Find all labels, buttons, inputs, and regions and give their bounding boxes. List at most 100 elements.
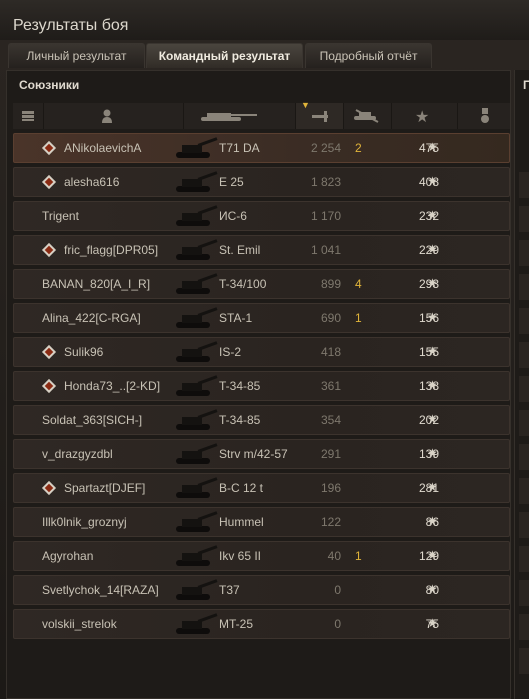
enemy-row-fragment (519, 614, 529, 640)
table-row[interactable]: Trigent ИС-6 1 170 232 ★ (13, 201, 510, 231)
tank-silhouette-icon (176, 341, 218, 362)
xp-star-icon: ★ (427, 344, 438, 358)
xp-star-icon: ★ (427, 174, 438, 188)
damage-value: 354 (320, 413, 341, 427)
damage-value: 418 (320, 345, 341, 359)
damage-value: 0 (334, 617, 341, 631)
table-row[interactable]: Sulik96 IS-2 418 155 ★ (13, 337, 510, 367)
damage-value: 899 (320, 277, 341, 291)
player-name: Trigent (42, 209, 79, 223)
tab-bar: Личный результат Командный результат Под… (0, 40, 529, 68)
enemy-row-fragment (519, 648, 529, 674)
rank-badge-icon (41, 242, 57, 258)
tab-detailed-report[interactable]: Подробный отчёт (305, 43, 432, 68)
damage-value: 1 041 (310, 243, 341, 257)
xp-column-header[interactable]: ★ (391, 103, 458, 129)
tank-silhouette-icon (176, 613, 218, 634)
table-row[interactable]: volskii_strelok MT-25 0 75 ★ (13, 609, 510, 639)
enemy-row-fragment (519, 478, 529, 504)
player-column-header[interactable] (43, 103, 184, 129)
table-row[interactable]: fric_flagg[DPR05] St. Emil 1 041 229 ★ (13, 235, 510, 265)
tank-silhouette-icon (176, 443, 218, 464)
table-row[interactable]: ANikolaevichA T71 DA 2 254 2 475 ★ (13, 133, 510, 163)
enemies-title: П (523, 78, 529, 92)
window-title-bar: Результаты боя (0, 0, 529, 40)
table-row[interactable]: Spartazt[DJEF] B-C 12 t 196 281 ★ (13, 473, 510, 503)
damage-value: 690 (320, 311, 341, 325)
platoon-column-header[interactable] (13, 103, 43, 129)
tank-name: B-C 12 t (219, 481, 264, 495)
table-row[interactable]: BANAN_820[A_I_R] T-34/100 899 4 293 ★ (13, 269, 510, 299)
medal-icon (481, 108, 489, 123)
xp-star-icon: ★ (427, 412, 438, 426)
table-row[interactable]: Soldat_363[SICH-] T-34-85 354 202 ★ (13, 405, 510, 435)
battle-results-window: Результаты боя Личный результат Командны… (0, 0, 529, 699)
enemy-row-fragment (519, 342, 529, 368)
player-name: Svetlychok_14[RAZA] (42, 583, 159, 597)
player-name: fric_flagg[DPR05] (64, 243, 159, 257)
player-name: volskii_strelok (42, 617, 117, 631)
xp-star-icon: ★ (427, 208, 438, 222)
tank-name: Ikv 65 II (219, 549, 262, 563)
xp-star-icon: ★ (427, 378, 438, 392)
table-row[interactable]: Honda73_..[2-KD] T-34-85 361 138 ★ (13, 371, 510, 401)
damage-value: 1 823 (310, 175, 341, 189)
table-header: ▼ ★ (13, 100, 511, 129)
tank-silhouette-icon (176, 545, 218, 566)
table-row[interactable]: Alina_422[C-RGA] STA-1 690 1 156 ★ (13, 303, 510, 333)
xp-star-icon: ★ (427, 514, 438, 528)
damage-value: 361 (320, 379, 341, 393)
xp-star-icon: ★ (427, 242, 438, 256)
enemy-row-fragment (519, 376, 529, 402)
tank-silhouette-icon (176, 239, 218, 260)
enemy-row-fragment (519, 308, 529, 334)
tank-silhouette-icon (176, 511, 218, 532)
rank-badge-icon (41, 378, 57, 394)
tank-silhouette-icon (176, 137, 218, 158)
player-name: v_drazgyzdbl (42, 447, 113, 461)
player-name: Soldat_363[SICH-] (42, 413, 143, 427)
table-row[interactable]: alesha616 E 25 1 823 408 ★ (13, 167, 510, 197)
tank-silhouette-icon (176, 205, 218, 226)
tab-team-result[interactable]: Командный результат (146, 43, 303, 68)
enemy-row-fragment (519, 512, 529, 538)
tank-name: T-34-85 (219, 379, 261, 393)
damage-value: 40 (327, 549, 341, 563)
kills-icon (354, 109, 379, 123)
player-icon (102, 109, 112, 123)
xp-star-icon: ★ (427, 548, 438, 562)
xp-star-icon: ★ (427, 480, 438, 494)
tank-name: Strv m/42-57 (219, 447, 288, 461)
xp-star-icon: ★ (427, 310, 438, 324)
allies-title: Союзники (19, 78, 80, 92)
tank-column-header[interactable] (183, 103, 296, 129)
player-name: alesha616 (64, 175, 120, 189)
tank-silhouette-icon (176, 307, 218, 328)
tank-silhouette-icon (176, 171, 218, 192)
enemy-row-fragment (519, 444, 529, 470)
table-row[interactable]: v_drazgyzdbl Strv m/42-57 291 139 ★ (13, 439, 510, 469)
kills-column-header[interactable] (343, 103, 392, 129)
table-row[interactable]: Svetlychok_14[RAZA] T37 0 80 ★ (13, 575, 510, 605)
tank-name: E 25 (219, 175, 244, 189)
damage-value: 1 170 (310, 209, 341, 223)
damage-value: 196 (320, 481, 341, 495)
rank-badge-icon (41, 480, 57, 496)
player-name: Honda73_..[2-KD] (64, 379, 161, 393)
table-row[interactable]: Agyrohan Ikv 65 II 40 1 129 ★ (13, 541, 510, 571)
xp-star-icon: ★ (427, 616, 438, 630)
table-row[interactable]: Illk0lnik_groznyj Hummel 122 86 ★ (13, 507, 510, 537)
enemy-row-fragment (519, 546, 529, 572)
kills-value: 2 (355, 141, 362, 155)
allies-panel: Союзники ▼ ★ ANikolaevichA T71 DA 2 254 … (6, 70, 511, 699)
damage-column-header[interactable]: ▼ (295, 100, 344, 129)
tab-personal-result[interactable]: Личный результат (8, 43, 145, 68)
enemy-row-fragment (519, 240, 529, 266)
medal-column-header[interactable] (457, 103, 511, 129)
rank-badge-icon (41, 174, 57, 190)
player-name: Spartazt[DJEF] (64, 481, 146, 495)
kills-value: 1 (355, 311, 362, 325)
enemy-row-fragment (519, 580, 529, 606)
rank-badge-icon (41, 140, 57, 156)
tank-name: STA-1 (219, 311, 253, 325)
